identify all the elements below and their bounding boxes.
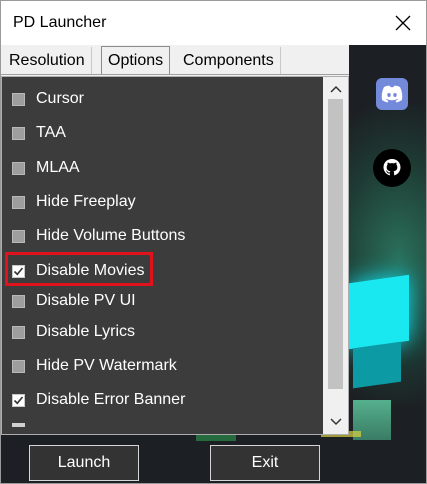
option-label: Hide Freeplay	[36, 193, 136, 210]
checkbox-checked[interactable]	[12, 393, 25, 407]
option-label: Disable Error Banner	[36, 391, 186, 408]
checkbox[interactable]	[12, 126, 25, 140]
options-panel: Cursor TAA MLAA Hide Freeplay Hide Volum…	[1, 76, 349, 435]
launcher-client-area: Resolution Options Components Cursor TAA…	[1, 45, 426, 483]
scrollbar[interactable]	[323, 77, 348, 434]
highlight-box	[5, 252, 153, 286]
close-icon	[395, 15, 411, 31]
option-label: Hide PV Watermark	[36, 357, 177, 374]
tab-strip: Resolution Options Components	[1, 45, 349, 76]
checkbox[interactable]	[12, 195, 25, 209]
background-cube-shadow	[353, 341, 401, 389]
github-icon	[383, 159, 401, 176]
option-label: Disable Lyrics	[36, 323, 135, 340]
option-taa[interactable]: TAA	[12, 122, 66, 144]
option-label: Disable PV UI	[36, 292, 136, 309]
option-label: Hide Volume Buttons	[36, 227, 186, 244]
checkbox[interactable]	[12, 325, 25, 339]
checkbox[interactable]	[12, 92, 25, 106]
option-hide-freeplay[interactable]: Hide Freeplay	[12, 191, 136, 213]
scroll-down-button[interactable]	[323, 412, 348, 432]
option-hide-volume-buttons[interactable]: Hide Volume Buttons	[12, 225, 185, 247]
tab-underline	[1, 74, 349, 75]
checkbox[interactable]	[12, 294, 25, 308]
exit-button[interactable]: Exit	[210, 445, 320, 481]
close-button[interactable]	[380, 1, 426, 45]
option-label: MLAA	[36, 159, 80, 176]
tab-options[interactable]: Options	[101, 46, 171, 75]
scroll-up-button[interactable]	[323, 79, 348, 99]
discord-icon	[381, 85, 403, 103]
option-label: TAA	[36, 124, 66, 141]
background-cube	[349, 274, 409, 350]
option-mlaa[interactable]: MLAA	[12, 157, 80, 179]
launcher-window: PD Launcher Resolution Options Component…	[0, 0, 427, 484]
chevron-up-icon	[329, 85, 342, 93]
option-disable-lyrics[interactable]: Disable Lyrics	[12, 321, 135, 343]
checkbox[interactable]	[12, 229, 25, 243]
option-cursor[interactable]: Cursor	[12, 88, 84, 110]
check-icon	[13, 395, 24, 404]
github-button[interactable]	[373, 149, 411, 187]
tab-components[interactable]: Components	[177, 47, 281, 74]
option-hide-pv-watermark[interactable]: Hide PV Watermark	[12, 355, 177, 377]
chevron-down-icon	[329, 418, 342, 426]
tab-resolution[interactable]: Resolution	[3, 47, 92, 74]
checkbox[interactable]	[12, 161, 25, 175]
option-disable-error-banner[interactable]: Disable Error Banner	[12, 389, 185, 411]
option-disable-pv-ui[interactable]: Disable PV UI	[12, 290, 136, 312]
title-bar: PD Launcher	[1, 1, 426, 45]
discord-button[interactable]	[376, 78, 408, 110]
option-label: Cursor	[36, 90, 85, 107]
window-title: PD Launcher	[13, 14, 107, 31]
launch-button[interactable]: Launch	[29, 445, 139, 481]
background-stripe-green	[196, 435, 236, 441]
scroll-thumb[interactable]	[328, 99, 343, 389]
partial-checkbox	[12, 423, 25, 427]
checkbox[interactable]	[12, 359, 25, 373]
